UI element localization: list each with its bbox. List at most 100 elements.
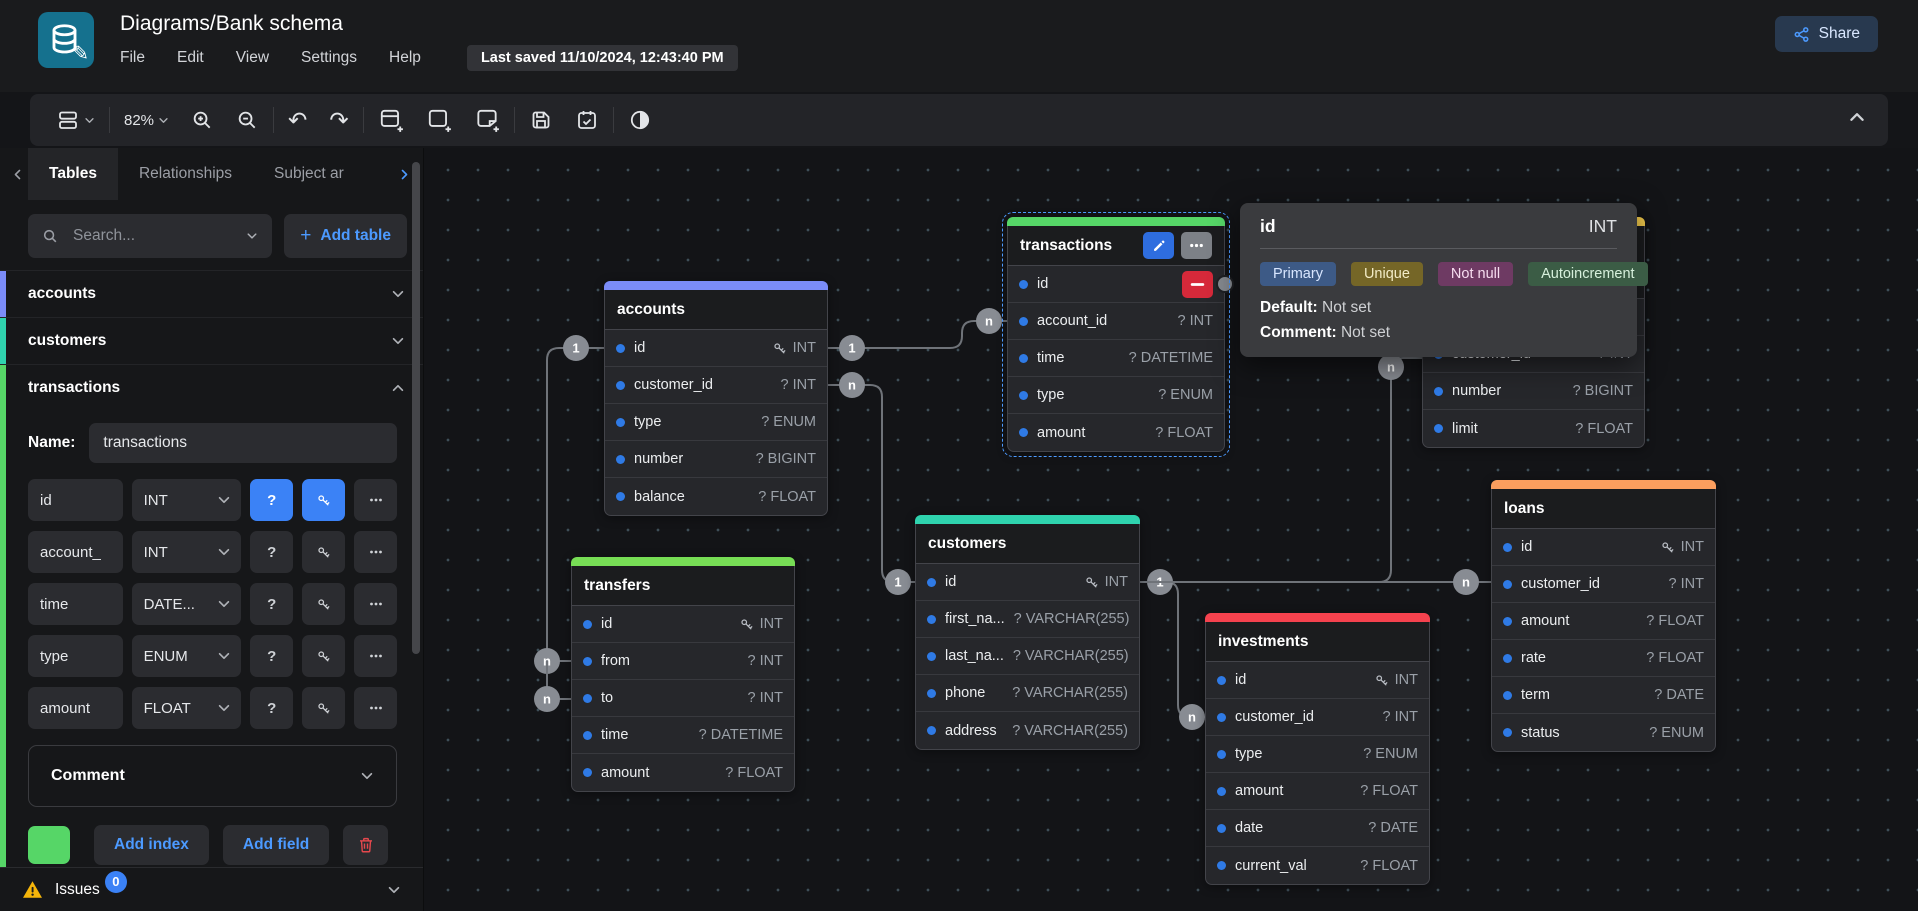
sidebar-item-customers[interactable]: customers	[0, 318, 423, 364]
add-index-button[interactable]: Add index	[94, 825, 209, 865]
field-more-button[interactable]	[354, 583, 397, 625]
delete-table-button[interactable]	[343, 825, 388, 865]
add-area-icon[interactable]	[426, 107, 452, 133]
canvas-table-customers[interactable]: customersidINTfirst_na...? VARCHAR(255)l…	[915, 515, 1140, 750]
canvas-table-transactions[interactable]: transactionsidaccount_id? INTtime? DATET…	[1007, 217, 1225, 452]
primary-key-button[interactable]	[302, 635, 345, 677]
menu-edit[interactable]: Edit	[177, 49, 204, 67]
field-more-button[interactable]	[354, 531, 397, 573]
comment-collapsible[interactable]: Comment	[28, 745, 397, 807]
table-header[interactable]: transfers	[572, 566, 794, 606]
table-header[interactable]: customers	[916, 524, 1139, 564]
document-title[interactable]: Diagrams/Bank schema	[120, 12, 738, 36]
nullable-toggle-button[interactable]: ?	[250, 635, 293, 677]
field-name-input[interactable]: type	[28, 635, 123, 677]
field-name-input[interactable]: id	[28, 479, 123, 521]
table-field-row[interactable]: idINT	[916, 564, 1139, 601]
field-type-select[interactable]: INT	[132, 531, 242, 573]
diagram-canvas[interactable]: 1nn1nn11nnn accountsidINTcustomer_id? IN…	[424, 148, 1918, 911]
table-header[interactable]: transactions	[1008, 226, 1224, 266]
field-more-button[interactable]	[354, 635, 397, 677]
canvas-table-transfers[interactable]: transfersidINTfrom? INTto? INTtime? DATE…	[571, 557, 795, 792]
share-button[interactable]: Share	[1775, 16, 1878, 52]
relationship-line[interactable]	[828, 385, 915, 582]
save-icon[interactable]	[529, 108, 553, 132]
table-field-row[interactable]: account_id? INT	[1008, 303, 1224, 340]
relationship-line[interactable]	[1140, 582, 1205, 717]
canvas-table-accounts[interactable]: accountsidINTcustomer_id? INTtype? ENUMn…	[604, 281, 828, 516]
field-type-select[interactable]: INT	[132, 479, 242, 521]
field-name-input[interactable]: time	[28, 583, 123, 625]
nullable-toggle-button[interactable]: ?	[250, 479, 293, 521]
table-field-row[interactable]: type? ENUM	[1206, 736, 1429, 773]
field-name-input[interactable]: amount	[28, 687, 123, 729]
app-logo[interactable]: ✎	[38, 12, 94, 68]
chevron-down-icon[interactable]	[391, 287, 405, 301]
chevron-down-icon[interactable]	[391, 334, 405, 348]
table-header[interactable]: investments	[1206, 622, 1429, 662]
nullable-toggle-button[interactable]: ?	[250, 531, 293, 573]
theme-contrast-icon[interactable]	[628, 108, 652, 132]
field-type-select[interactable]: ENUM	[132, 635, 242, 677]
tab-relationships[interactable]: Relationships	[118, 148, 253, 200]
table-field-row[interactable]: type? ENUM	[605, 404, 827, 441]
add-field-button[interactable]: Add field	[223, 825, 329, 865]
table-field-row[interactable]: customer_id? INT	[605, 367, 827, 404]
zoom-in-icon[interactable]	[191, 109, 214, 132]
table-field-row[interactable]: idINT	[1492, 529, 1715, 566]
table-field-row[interactable]: amount? FLOAT	[1206, 773, 1429, 810]
table-field-row[interactable]: to? INT	[572, 680, 794, 717]
add-table-button[interactable]: + Add table	[284, 214, 407, 258]
menu-settings[interactable]: Settings	[301, 49, 357, 67]
connection-handle[interactable]	[1216, 275, 1234, 293]
caret-down-icon[interactable]	[387, 883, 401, 897]
table-field-row[interactable]: time? DATETIME	[1008, 340, 1224, 377]
nullable-toggle-button[interactable]: ?	[250, 583, 293, 625]
collapse-toolbar-icon[interactable]	[1848, 108, 1866, 131]
field-name-input[interactable]: account_	[28, 531, 123, 573]
table-name-input[interactable]: transactions	[89, 423, 397, 463]
table-field-row[interactable]: current_val? FLOAT	[1206, 847, 1429, 884]
table-header[interactable]: loans	[1492, 489, 1715, 529]
primary-key-button[interactable]	[302, 479, 345, 521]
search-input[interactable]: Search...	[28, 214, 272, 258]
add-table-icon[interactable]	[378, 107, 404, 133]
chevron-up-icon[interactable]	[391, 381, 405, 395]
table-header[interactable]: accounts	[605, 290, 827, 330]
table-field-row[interactable]: idINT	[1206, 662, 1429, 699]
table-field-row[interactable]: customer_id? INT	[1492, 566, 1715, 603]
table-field-row[interactable]: number? BIGINT	[605, 441, 827, 478]
field-more-button[interactable]	[354, 479, 397, 521]
undo-icon[interactable]: ↶	[288, 109, 307, 131]
table-field-row[interactable]: phone? VARCHAR(255)	[916, 675, 1139, 712]
table-field-row[interactable]: amount? FLOAT	[1008, 414, 1224, 451]
canvas-table-loans[interactable]: loansidINTcustomer_id? INTamount? FLOATr…	[1491, 480, 1716, 752]
diagram-layout-icon[interactable]	[56, 108, 95, 132]
field-type-select[interactable]: FLOAT	[132, 687, 242, 729]
zoom-out-icon[interactable]	[236, 109, 259, 132]
sidebar-item-transactions[interactable]: transactions	[0, 365, 423, 411]
table-field-row[interactable]: idINT	[605, 330, 827, 367]
table-field-row[interactable]: first_na...? VARCHAR(255)	[916, 601, 1139, 638]
tabs-scroll-left-icon[interactable]	[6, 168, 28, 181]
primary-key-button[interactable]	[302, 687, 345, 729]
table-field-row[interactable]: status? ENUM	[1492, 714, 1715, 751]
tab-subject-ar[interactable]: Subject ar	[253, 148, 365, 200]
table-field-row[interactable]: from? INT	[572, 643, 794, 680]
table-field-row[interactable]: term? DATE	[1492, 677, 1715, 714]
sidebar-item-accounts[interactable]: accounts	[0, 271, 423, 317]
table-field-row[interactable]: balance? FLOAT	[605, 478, 827, 515]
edit-table-button[interactable]	[1143, 232, 1174, 259]
table-field-row[interactable]: customer_id? INT	[1206, 699, 1429, 736]
add-note-icon[interactable]	[474, 107, 500, 133]
table-field-row[interactable]: date? DATE	[1206, 810, 1429, 847]
table-field-row[interactable]: number? BIGINT	[1423, 373, 1644, 410]
redo-icon[interactable]: ↷	[329, 109, 348, 131]
table-field-row[interactable]: amount? FLOAT	[1492, 603, 1715, 640]
sidebar-scrollbar[interactable]	[412, 162, 420, 654]
table-field-row[interactable]: address? VARCHAR(255)	[916, 712, 1139, 749]
table-field-row[interactable]: idINT	[572, 606, 794, 643]
menu-help[interactable]: Help	[389, 49, 421, 67]
table-more-button[interactable]	[1181, 232, 1212, 259]
caret-down-icon[interactable]	[246, 230, 258, 242]
